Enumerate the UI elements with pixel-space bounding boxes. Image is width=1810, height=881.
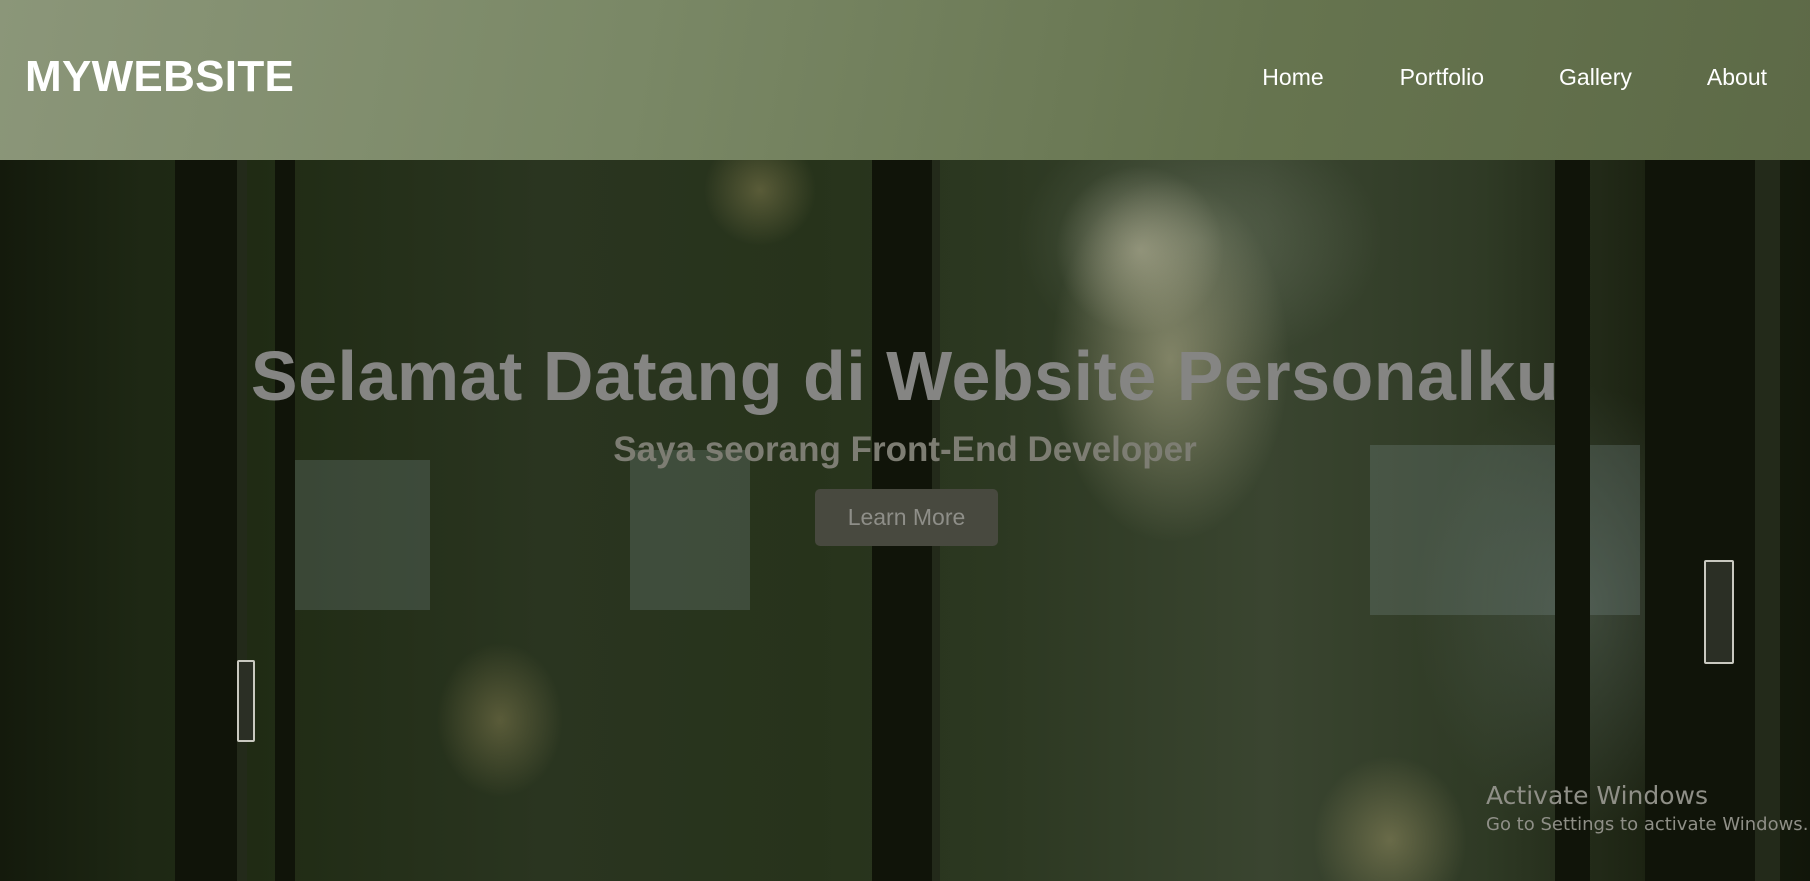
- window-frame: [1555, 160, 1590, 881]
- nav-link-about[interactable]: About: [1707, 64, 1767, 91]
- hero-title: Selamat Datang di Website Personalku: [250, 337, 1560, 415]
- nav-link-portfolio[interactable]: Portfolio: [1400, 64, 1484, 91]
- main-nav: Home Portfolio Gallery About: [1262, 64, 1767, 91]
- window-handle: [237, 660, 255, 742]
- window-frame: [237, 160, 247, 881]
- window-frame: [1645, 160, 1755, 881]
- nav-link-gallery[interactable]: Gallery: [1559, 64, 1632, 91]
- window-frame: [1755, 160, 1780, 881]
- learn-more-button[interactable]: Learn More: [815, 489, 998, 546]
- watermark-subtitle: Go to Settings to activate Windows.: [1486, 814, 1809, 835]
- nav-link-home[interactable]: Home: [1262, 64, 1323, 91]
- hero-section: Selamat Datang di Website Personalku Say…: [0, 160, 1810, 881]
- hero-glass-reflection: [290, 460, 430, 610]
- hero-subtitle: Saya seorang Front-End Developer: [613, 430, 1197, 469]
- watermark-title: Activate Windows: [1486, 781, 1708, 810]
- hero-glass-reflection: [1370, 445, 1640, 615]
- window-handle: [1704, 560, 1734, 664]
- hero-glass-reflection: [630, 450, 750, 610]
- site-header: MYWEBSITE Home Portfolio Gallery About: [0, 0, 1810, 160]
- window-frame: [275, 160, 295, 881]
- site-logo[interactable]: MYWEBSITE: [25, 52, 294, 102]
- windows-activation-watermark: Activate Windows Go to Settings to activ…: [1486, 780, 1808, 838]
- window-frame: [175, 160, 237, 881]
